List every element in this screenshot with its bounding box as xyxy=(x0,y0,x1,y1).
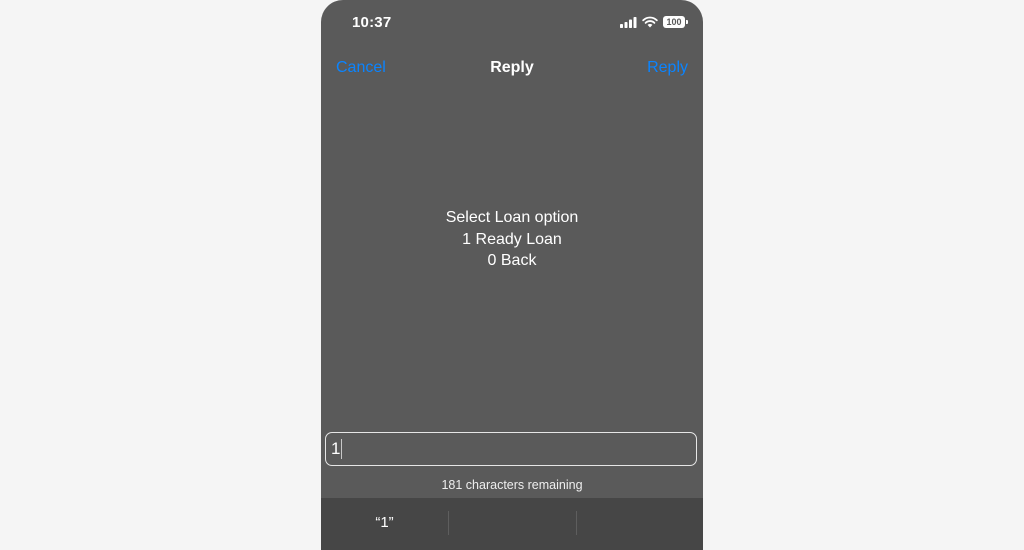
message-line-option-0: 0 Back xyxy=(487,252,537,269)
message-line-prompt: Select Loan option xyxy=(445,209,579,226)
nav-bar: Cancel Reply Reply xyxy=(321,52,703,84)
suggestion-1[interactable]: “1” xyxy=(321,498,448,546)
reply-input-value: 1 xyxy=(331,439,341,458)
text-caret xyxy=(341,439,343,459)
suggestion-2[interactable] xyxy=(448,498,575,546)
message-line-option-1: 1 Ready Loan xyxy=(462,230,562,248)
status-time: 10:37 xyxy=(352,14,392,31)
battery-icon: 100 xyxy=(663,16,688,28)
message-body: Select Loan option 1 Ready Loan 0 Back xyxy=(321,207,703,272)
suggestion-3[interactable] xyxy=(576,498,703,546)
keyboard-suggestion-bar: “1” xyxy=(321,498,703,550)
status-icons: 100 xyxy=(620,16,688,28)
reply-button[interactable]: Reply xyxy=(647,59,688,77)
char-counter: 181 characters remaining xyxy=(441,478,583,492)
nav-title: Reply xyxy=(490,59,534,76)
cellular-signal-icon xyxy=(620,16,637,28)
phone-screen: 10:37 100 Cancel Reply Reply Select Loan… xyxy=(321,0,703,550)
reply-input[interactable]: 1 xyxy=(325,432,697,466)
wifi-icon xyxy=(642,16,658,28)
status-bar: 10:37 100 xyxy=(321,0,703,48)
